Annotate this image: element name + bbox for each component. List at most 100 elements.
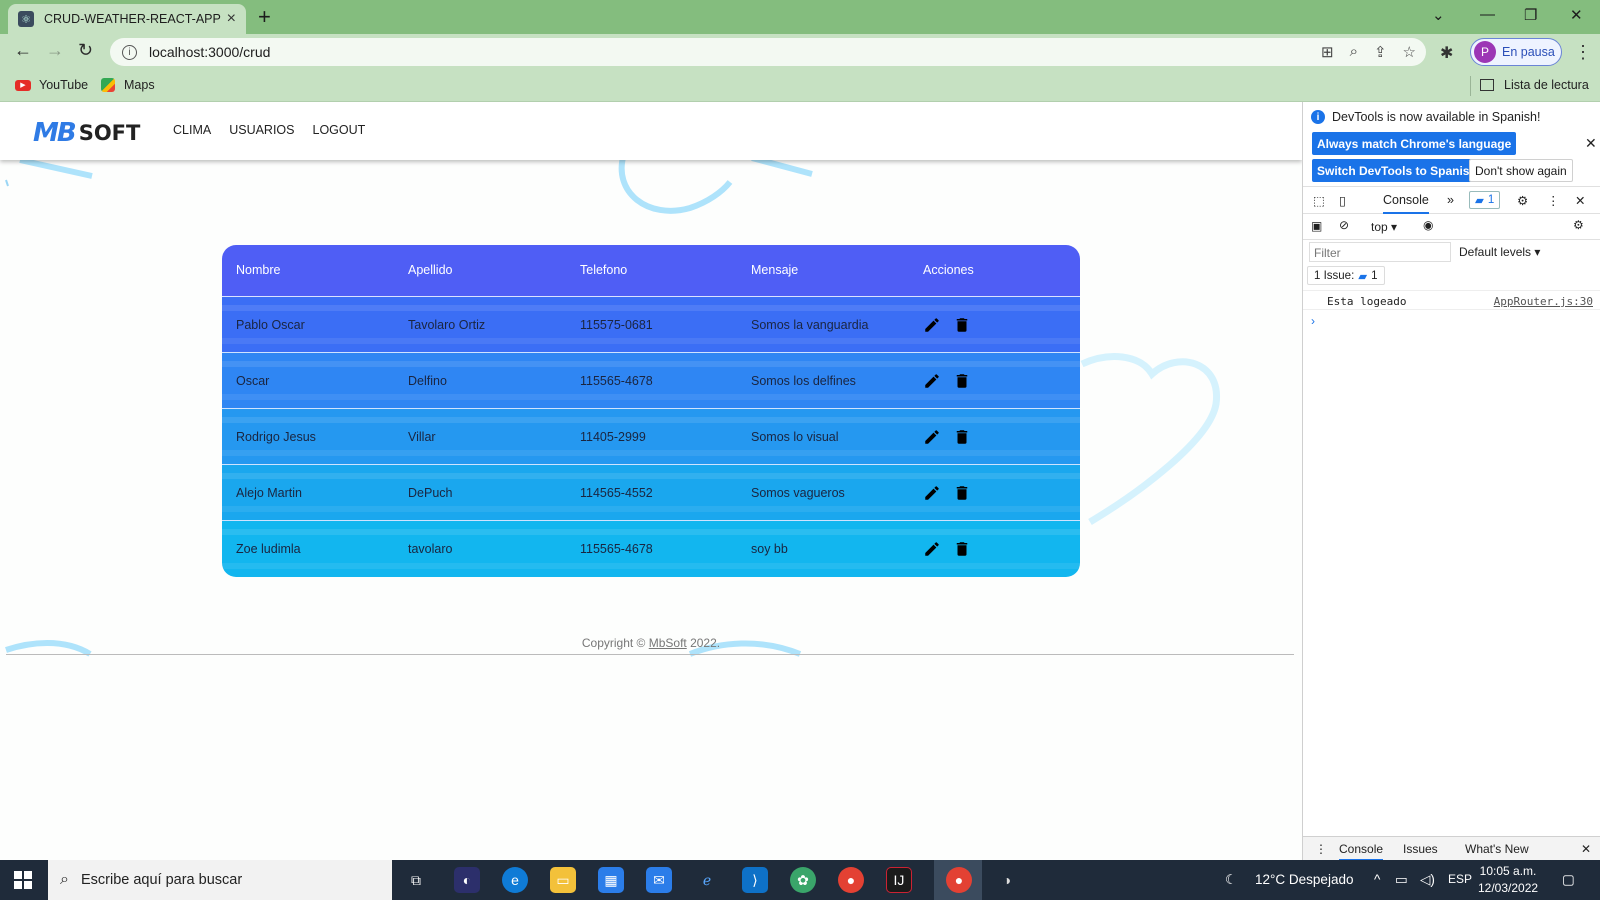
inspect-element-icon[interactable]: ⬚ <box>1313 193 1325 208</box>
reload-button[interactable]: ↻ <box>78 40 93 61</box>
vscode-icon[interactable]: ⟩ <box>742 867 768 893</box>
eclipse-icon[interactable]: ◐ <box>454 867 480 893</box>
edit-pencil-icon[interactable] <box>923 540 941 558</box>
edit-pencil-icon[interactable] <box>923 372 941 390</box>
extensions-icon[interactable]: ✱ <box>1440 43 1453 63</box>
drawer-tab-issues[interactable]: Issues <box>1403 842 1438 856</box>
edge-icon[interactable]: e <box>502 867 528 893</box>
devtools-menu-icon[interactable]: ⋮ <box>1547 193 1560 208</box>
bookmark-maps[interactable]: Maps <box>101 78 155 92</box>
search-placeholder: Escribe aquí para buscar <box>80 872 243 888</box>
drawer-tab-console[interactable]: Console <box>1339 842 1384 861</box>
tab-search-icon[interactable]: ⌄ <box>1432 6 1445 24</box>
table-row: Oscar Delfino 115565-4678 Somos los delfine… <box>222 353 1080 409</box>
cell-apellido: Delfino <box>408 373 447 388</box>
footer-link[interactable]: MbSoft <box>649 636 687 650</box>
bookmark-youtube[interactable]: ▶ YouTube <box>15 78 88 92</box>
notifications-icon[interactable]: ▢ <box>1562 872 1575 888</box>
browser-tab[interactable]: ⚛ CRUD-WEATHER-REACT-APP × <box>8 4 246 34</box>
weather-moon-icon[interactable]: ☾ <box>1225 872 1237 888</box>
edge-legacy-icon[interactable]: ℯ <box>694 867 720 893</box>
more-tabs-icon[interactable]: » <box>1447 193 1454 207</box>
delete-trash-icon[interactable] <box>953 316 971 334</box>
console-filter-input[interactable]: Filter <box>1309 242 1451 262</box>
cell-mensaje: Somos vagueros <box>751 485 845 500</box>
weather-text[interactable]: 12°C Despejado <box>1255 872 1353 887</box>
chrome-profile-icon[interactable]: ● <box>946 867 972 893</box>
console-settings-icon[interactable]: ⚙ <box>1573 218 1584 232</box>
row-actions <box>923 484 971 502</box>
bookmark-star-icon[interactable]: ☆ <box>1403 43 1416 61</box>
log-source-link[interactable]: AppRouter.js:30 <box>1494 295 1593 308</box>
console-prompt-icon[interactable]: › <box>1311 314 1315 328</box>
edit-pencil-icon[interactable] <box>923 428 941 446</box>
issues-counter[interactable]: 1 Issue: ▰ 1 <box>1307 266 1385 285</box>
nav-link-clima[interactable]: CLIMA <box>173 123 211 137</box>
language-indicator[interactable]: ESP <box>1448 872 1472 886</box>
tab-console[interactable]: Console <box>1383 193 1429 214</box>
close-notice-icon[interactable]: ✕ <box>1585 135 1597 152</box>
clear-console-icon[interactable]: ⊘ <box>1339 218 1349 232</box>
always-match-language-button[interactable]: Always match Chrome's language <box>1312 132 1517 155</box>
nav-link-logout[interactable]: LOGOUT <box>313 123 366 137</box>
close-window-button[interactable]: ✕ <box>1570 6 1583 24</box>
new-tab-button[interactable]: + <box>258 4 271 30</box>
cell-telefono: 115575-0681 <box>580 317 653 332</box>
delete-trash-icon[interactable] <box>953 372 971 390</box>
live-expression-eye-icon[interactable]: ◉ <box>1423 218 1433 232</box>
tab-close-icon[interactable]: × <box>227 10 236 28</box>
delete-trash-icon[interactable] <box>953 428 971 446</box>
device-toolbar-icon[interactable]: ▯ <box>1339 193 1346 208</box>
sidebar-toggle-icon[interactable]: ▣ <box>1311 219 1322 233</box>
taskbar-search-input[interactable]: ⌕ Escribe aquí para buscar <box>48 860 392 900</box>
drawer-tab-whats-new[interactable]: What's New <box>1465 842 1529 856</box>
app-navbar: MB SOFT CLIMA USUARIOS LOGOUT <box>0 102 1302 160</box>
edit-pencil-icon[interactable] <box>923 484 941 502</box>
clock[interactable]: 10:05 a.m. 12/03/2022 <box>1478 863 1538 897</box>
drawer-menu-icon[interactable]: ⋮ <box>1315 842 1327 856</box>
mail-icon[interactable]: ✉ <box>646 867 672 893</box>
delete-trash-icon[interactable] <box>953 484 971 502</box>
windows-start-icon[interactable] <box>14 871 32 889</box>
cell-telefono: 115565-4678 <box>580 542 653 556</box>
nav-link-usuarios[interactable]: USUARIOS <box>229 123 294 137</box>
tray-chevron-icon[interactable]: ^ <box>1374 872 1380 887</box>
network-icon[interactable]: ▭ <box>1395 872 1408 888</box>
back-button[interactable]: ← <box>14 40 32 61</box>
minimize-button[interactable]: — <box>1480 6 1495 23</box>
delete-trash-icon[interactable] <box>953 540 971 558</box>
edit-pencil-icon[interactable] <box>923 316 941 334</box>
footer-year: 2022. <box>686 636 721 650</box>
mbsoft-logo[interactable]: MB SOFT <box>33 118 140 148</box>
translate-icon[interactable]: ⊞ <box>1321 43 1334 61</box>
task-view-icon[interactable]: ⧉ <box>403 867 429 893</box>
file-explorer-icon[interactable]: ▭ <box>550 867 576 893</box>
dont-show-again-button[interactable]: Don't show again <box>1469 159 1573 182</box>
cell-apellido: Villar <box>408 429 436 444</box>
intellij-icon[interactable]: IJ <box>886 867 912 893</box>
cell-nombre: Zoe ludimla <box>236 542 301 556</box>
address-bar[interactable]: i localhost:3000/crud ⊞ ⌕ ⇪ ☆ <box>110 38 1426 66</box>
switch-to-spanish-button[interactable]: Switch DevTools to Spanish <box>1312 159 1482 182</box>
log-levels-dropdown[interactable]: Default levels ▾ <box>1459 245 1540 259</box>
gimp-icon[interactable]: ◑ <box>994 867 1020 893</box>
site-info-icon[interactable]: i <box>122 44 137 60</box>
url-text: localhost:3000/crud <box>149 44 271 60</box>
reading-list-button[interactable]: Lista de lectura <box>1480 78 1589 92</box>
volume-icon[interactable]: ◁) <box>1420 872 1435 888</box>
share-icon[interactable]: ⇪ <box>1374 43 1387 61</box>
close-devtools-icon[interactable]: ✕ <box>1575 193 1585 208</box>
restore-button[interactable]: ❐ <box>1524 6 1537 24</box>
context-selector[interactable]: top ▾ <box>1371 220 1397 234</box>
store-icon[interactable]: ▦ <box>598 867 624 893</box>
forward-button[interactable]: → <box>46 40 64 61</box>
zoom-icon[interactable]: ⌕ <box>1350 43 1358 61</box>
log-message: Esta logeado <box>1327 295 1407 308</box>
profile-button[interactable]: P En pausa <box>1470 38 1562 66</box>
chrome-icon[interactable]: ● <box>838 867 864 893</box>
chrome-menu-icon[interactable]: ⋮ <box>1574 42 1592 63</box>
messages-badge[interactable]: ▰ 1 <box>1469 191 1501 209</box>
app-icon[interactable]: ✿ <box>790 867 816 893</box>
close-drawer-icon[interactable]: ✕ <box>1581 842 1591 856</box>
settings-gear-icon[interactable]: ⚙ <box>1517 193 1528 208</box>
